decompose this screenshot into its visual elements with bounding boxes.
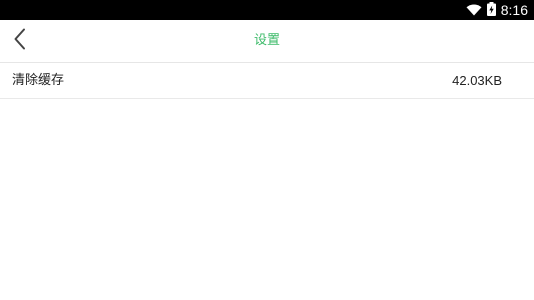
back-button[interactable] [6,26,34,56]
status-time: 8:16 [500,2,528,18]
cache-size-value: 42.03KB [452,73,502,88]
battery-charging-icon [486,1,496,20]
chevron-left-icon [13,28,27,54]
page-title: 设置 [253,33,280,48]
clear-cache-label: 清除缓存 [12,73,65,88]
settings-list: 清除缓存 42.03KB [0,63,534,99]
status-bar: 8:16 [0,0,534,20]
clear-cache-row[interactable]: 清除缓存 42.03KB [0,63,534,99]
status-icons: 8:16 [466,0,528,20]
wifi-icon [466,1,482,20]
app-bar: 设置 [0,20,534,63]
